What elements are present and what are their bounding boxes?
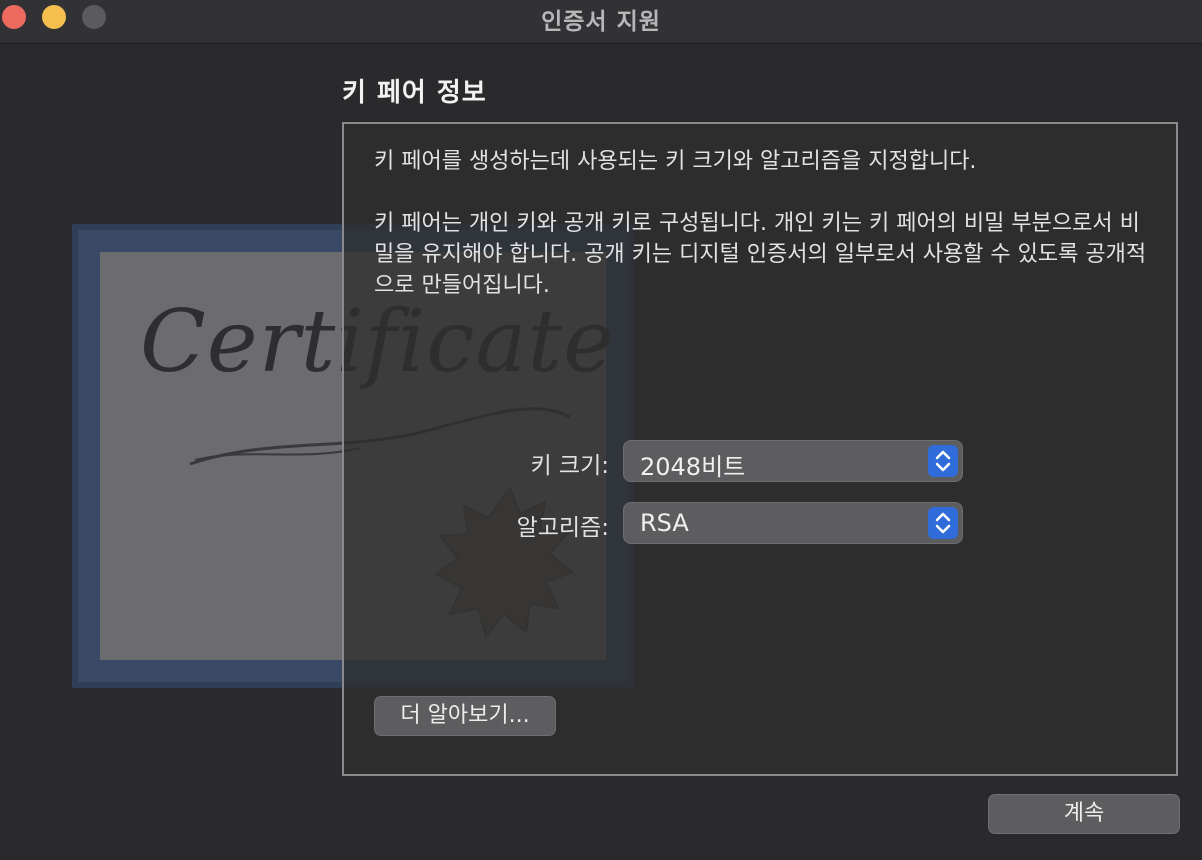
algorithm-stepper[interactable] <box>928 507 958 539</box>
up-down-chevron-icon <box>935 450 951 472</box>
learn-more-button[interactable]: 더 알아보기... <box>374 696 556 736</box>
algorithm-select[interactable]: RSA <box>623 502 963 544</box>
key-size-select[interactable]: 2048비트 <box>623 440 963 482</box>
key-size-value: 2048비트 <box>640 453 746 481</box>
window-title: 인증서 지원 <box>541 9 661 35</box>
title-bar: 인증서 지원 <box>0 0 1202 44</box>
up-down-chevron-icon <box>935 512 951 534</box>
section-title: 키 페어 정보 <box>342 78 487 108</box>
algorithm-value: RSA <box>640 509 689 537</box>
description-detail: 키 페어는 개인 키와 공개 키로 구성됩니다. 개인 키는 키 페어의 비밀 … <box>374 211 1147 298</box>
description-intro: 키 페어를 생성하는데 사용되는 키 크기와 알고리즘을 지정합니다. <box>374 149 977 174</box>
content-panel: 키 페어를 생성하는데 사용되는 키 크기와 알고리즘을 지정합니다. 키 페어… <box>342 122 1178 776</box>
key-size-stepper[interactable] <box>928 445 958 477</box>
key-size-label: 키 크기: <box>530 453 609 479</box>
continue-button[interactable]: 계속 <box>988 794 1180 834</box>
algorithm-label: 알고리즘: <box>516 515 609 541</box>
certificate-assistant-window: 인증서 지원 Certificate 키 페어 정보 키 페어를 생성하는데 사… <box>0 0 1202 860</box>
